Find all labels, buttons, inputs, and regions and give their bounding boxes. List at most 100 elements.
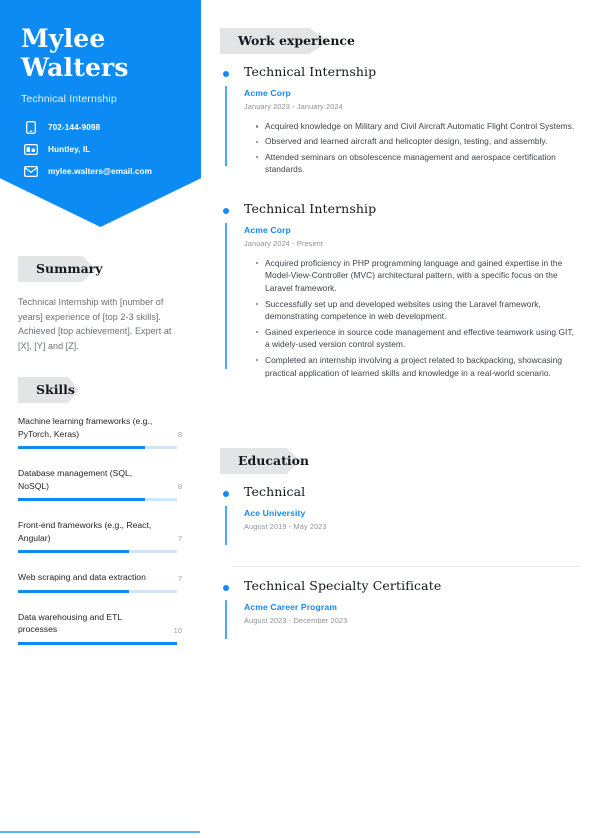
entry-dates: January 2024 - Present	[244, 238, 324, 248]
main-column: Work experience Technical Internship Acme…	[220, 0, 580, 838]
skill-name: Machine learning frameworks (e.g., PyTor…	[18, 416, 153, 439]
skill-level: 8	[177, 430, 182, 439]
skill-name: Front-end frameworks (e.g., React, Angul…	[18, 520, 152, 543]
entry-bullet-list: Acquired proficiency in PHP programming …	[244, 257, 580, 380]
timeline-entry: Technical Internship Acme Corp January 202…	[220, 201, 580, 380]
entry-bullet-list: Acquired knowledge on Military and Civil…	[244, 120, 580, 176]
skill-progress-track	[18, 446, 177, 449]
skill-name: Web scraping and data extraction	[18, 572, 146, 582]
entry-dates: January 2023 - January 2024	[244, 102, 343, 111]
skill-list: Machine learning frameworks (e.g., PyTor…	[18, 415, 182, 645]
skills-heading-label: Skills	[36, 382, 75, 397]
work-experience-heading-label: Work experience	[238, 33, 355, 48]
timeline-dot-icon	[223, 585, 229, 591]
entry-bullet: Acquired knowledge on Military and Civil…	[256, 120, 580, 133]
first-name: Mylee	[21, 24, 106, 53]
skill-progress-fill	[18, 550, 130, 553]
entry-bullet: Completed an internship involving a proj…	[256, 354, 580, 380]
entry-organization[interactable]: Acme Corp	[244, 88, 580, 98]
entry-gap	[220, 179, 580, 201]
entry-role: Technical Internship	[244, 64, 377, 79]
entry-role: Technical Specialty Certificate	[244, 578, 442, 593]
timeline-rail	[225, 506, 227, 545]
resume-page: Mylee Walters Technical Internship 702-1…	[0, 0, 594, 838]
contact-item-location[interactable]: Huntley, IL	[24, 142, 196, 156]
skill-item: Data warehousing and ETL processes 10	[18, 611, 182, 645]
education-list: Technical Ace University August 2019 - May…	[220, 484, 580, 649]
timeline-dot-icon	[223, 207, 229, 214]
skill-name: Data warehousing and ETL processes	[18, 611, 122, 635]
skills-heading: Skills	[18, 377, 81, 403]
entry-separator	[232, 566, 580, 567]
entry-bullet: Attended seminars on obsolescence manage…	[256, 151, 580, 177]
timeline-entry: Technical Ace University August 2019 - May…	[220, 484, 580, 555]
job-title: Technical Internship	[21, 93, 117, 105]
skill-progress-track	[18, 589, 177, 593]
skill-item: Database management (SQL, NoSQL) 8	[18, 467, 182, 501]
timeline-dot-icon	[223, 71, 229, 77]
skill-item: Front-end frameworks (e.g., React, Angul…	[18, 519, 182, 553]
entry-bullet: Gained experience in source code managem…	[256, 326, 580, 352]
skill-header: Front-end frameworks (e.g., React, Angul…	[18, 519, 182, 544]
skill-progress-fill	[18, 641, 177, 645]
skill-level: 7	[177, 573, 182, 583]
summary-heading: Summary	[18, 256, 109, 282]
skill-progress-fill	[18, 589, 130, 593]
entry-role: Technical	[244, 484, 306, 499]
location-value: Huntley, IL	[48, 144, 91, 154]
work-experience-heading: Work experience	[220, 28, 361, 54]
contact-item-email[interactable]: mylee.walters@email.com	[24, 164, 196, 178]
timeline-entry: Technical Internship Acme Corp January 202…	[220, 64, 580, 176]
entry-role: Technical Internship	[244, 200, 377, 216]
entry-spacer	[244, 625, 580, 649]
skill-progress-track	[18, 641, 177, 645]
phone-value: 702-144-9098	[48, 122, 101, 132]
skill-item: Machine learning frameworks (e.g., PyTor…	[18, 415, 182, 449]
entry-dates: August 2019 - May 2023	[244, 522, 327, 531]
phone-icon	[24, 120, 38, 134]
skill-level: 7	[177, 534, 182, 543]
entry-organization[interactable]: Acme Career Program	[244, 602, 580, 612]
footer-rule	[0, 831, 200, 833]
contact-list: 702-144-9098 Huntley, IL mylee.walters@e…	[24, 120, 196, 186]
skill-level: 8	[177, 482, 182, 491]
skill-header: Database management (SQL, NoSQL) 8	[18, 467, 182, 492]
entry-bullet: Successfully set up and developed websit…	[256, 298, 580, 324]
education-heading: Education	[220, 448, 315, 474]
entry-bullet: Observed and learned aircraft and helico…	[256, 135, 580, 148]
skills-section: Skills Machine learning frameworks (e.g.…	[18, 377, 182, 663]
entry-bullet: Acquired proficiency in PHP programming …	[256, 257, 580, 295]
summary-text: Technical Internship with [number of yea…	[18, 297, 172, 351]
skill-level: 10	[173, 625, 182, 635]
sidebar: Mylee Walters Technical Internship 702-1…	[0, 0, 201, 838]
name-block: Mylee Walters Technical Internship	[21, 24, 191, 105]
contact-item-phone[interactable]: 702-144-9098	[24, 120, 196, 134]
email-value: mylee.walters@email.com	[48, 166, 153, 176]
timeline-dot-icon	[223, 491, 229, 497]
work-experience-list: Technical Internship Acme Corp January 202…	[220, 64, 580, 379]
work-experience-section: Work experience Technical Internship Acme…	[220, 28, 580, 382]
email-icon	[24, 164, 38, 178]
timeline-entry: Technical Specialty Certificate Acme Care…	[220, 578, 580, 649]
skill-progress-fill	[18, 498, 146, 501]
skill-header: Web scraping and data extraction 7	[18, 571, 182, 584]
skill-item: Web scraping and data extraction 7	[18, 571, 182, 593]
entry-organization[interactable]: Ace University	[244, 508, 580, 518]
timeline-rail	[225, 222, 227, 370]
timeline-rail	[225, 600, 227, 639]
education-section: Education Technical Ace University August …	[220, 448, 580, 649]
skill-progress-track	[18, 498, 177, 501]
skill-progress-track	[18, 550, 177, 553]
entry-organization[interactable]: Acme Corp	[244, 225, 580, 235]
skill-progress-fill	[18, 446, 146, 449]
education-heading-label: Education	[238, 453, 310, 468]
last-name: Walters	[21, 53, 129, 82]
skill-header: Data warehousing and ETL processes 10	[18, 611, 182, 636]
location-icon	[24, 142, 38, 156]
summary-heading-label: Summary	[36, 261, 103, 276]
timeline-rail	[225, 86, 227, 167]
skill-name: Database management (SQL, NoSQL)	[18, 468, 133, 491]
summary-section: Summary Technical Internship with [numbe…	[18, 256, 182, 353]
entry-dates: August 2023 - December 2023	[244, 616, 348, 625]
entry-spacer	[244, 531, 580, 555]
